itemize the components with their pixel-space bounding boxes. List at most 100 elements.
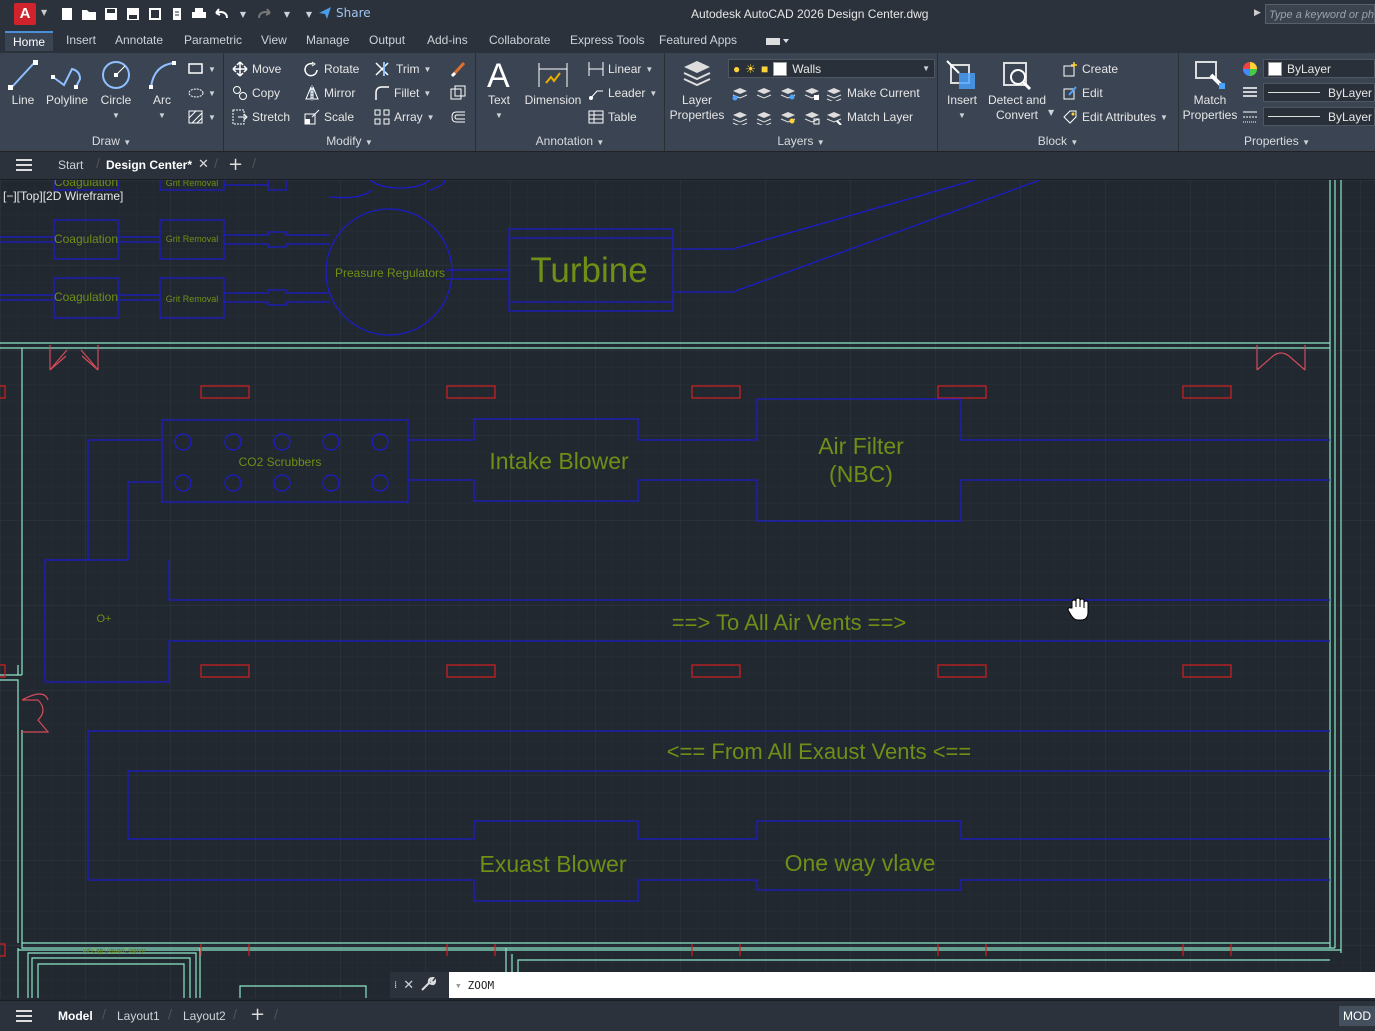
offset-button[interactable] (450, 109, 466, 125)
layer-thaw-icon[interactable] (779, 109, 797, 125)
customize-wrench-icon[interactable] (420, 976, 437, 995)
model-tab[interactable]: Model (58, 1009, 93, 1023)
layer-unisolate-icon[interactable] (755, 109, 773, 125)
modify-panel-title[interactable]: Modify ▼ (224, 134, 475, 148)
text-button[interactable]: A Text ▼ (482, 57, 516, 123)
autocad-logo[interactable]: A (14, 3, 36, 25)
plot-icon[interactable] (190, 5, 208, 23)
mirror-button[interactable]: Mirror (304, 85, 355, 101)
detect-convert-button[interactable]: Detect and Convert (986, 59, 1048, 123)
array-dropdown-icon[interactable]: ▼ (427, 113, 435, 122)
scale-button[interactable]: Scale (304, 109, 354, 125)
array-button[interactable]: Array ▼ (374, 109, 435, 125)
match-properties-button[interactable]: Match Properties (1181, 59, 1239, 123)
tab-manage[interactable]: Manage (306, 33, 349, 47)
match-layer-button[interactable]: Match Layer (825, 109, 913, 125)
linear-dropdown-icon[interactable]: ▼ (645, 65, 653, 74)
tab-output[interactable]: Output (369, 33, 405, 47)
drawing-svg[interactable]: Turbine Preasure Regulators Coagulation … (0, 180, 1375, 998)
layers-panel-title[interactable]: Layers ▼ (665, 134, 937, 148)
linetype-icon[interactable] (1242, 86, 1258, 103)
circle-dropdown-icon[interactable]: ▼ (96, 108, 136, 123)
save-as-icon[interactable] (124, 5, 142, 23)
layer-unlock-icon[interactable] (803, 109, 821, 125)
trim-button[interactable]: Trim ▼ (374, 61, 431, 77)
erase-button[interactable] (450, 61, 468, 77)
annotation-panel-title[interactable]: Annotation ▼ (476, 134, 664, 148)
linear-button[interactable]: Linear ▼ (588, 61, 653, 77)
file-tabs-menu-icon[interactable] (16, 158, 32, 175)
search-input[interactable]: Type a keyword or phrase (1265, 4, 1375, 24)
detect-dropdown-icon[interactable]: ▼ (1048, 108, 1054, 117)
close-command-line-icon[interactable]: ✕ (403, 978, 414, 993)
color-dropdown[interactable]: ByLayer (1263, 59, 1375, 78)
layer-dropdown[interactable]: ● ☀ ■ Walls ▼ (728, 59, 935, 78)
redo-icon[interactable] (256, 5, 274, 23)
model-space-button[interactable]: MOD (1339, 1006, 1375, 1026)
layout2-tab[interactable]: Layout2 (183, 1009, 226, 1023)
insert-button[interactable]: Insert ▼ (942, 59, 982, 123)
tab-collaborate[interactable]: Collaborate (489, 33, 550, 47)
layer-lock-tool-icon[interactable] (803, 85, 821, 101)
share-button[interactable]: Share (318, 6, 371, 20)
rotate-button[interactable]: Rotate (304, 61, 359, 77)
table-button[interactable]: Table (588, 109, 637, 125)
insert-dropdown-icon[interactable]: ▼ (942, 108, 982, 123)
saveas-web-icon[interactable] (146, 5, 164, 23)
polyline-button[interactable]: Polyline (44, 59, 90, 108)
stretch-button[interactable]: Stretch (232, 109, 290, 125)
tab-annotate[interactable]: Annotate (115, 33, 163, 47)
layer-off-icon[interactable] (731, 85, 749, 101)
leader-dropdown-icon[interactable]: ▼ (649, 89, 657, 98)
redo-dropdown-icon[interactable]: ▼ (278, 5, 296, 23)
ribbon-minimize-icon[interactable] (765, 35, 789, 49)
close-tab-icon[interactable]: ✕ (198, 157, 209, 172)
tab-add-ins[interactable]: Add-ins (427, 33, 468, 47)
dimension-button[interactable]: Dimension (522, 59, 584, 108)
linetype-dropdown[interactable]: ByLayer (1263, 83, 1375, 102)
move-button[interactable]: Move (232, 61, 281, 77)
new-tab-plus-icon[interactable]: + (228, 154, 243, 175)
start-tab[interactable]: Start (58, 158, 83, 172)
lineweight-dropdown[interactable]: ByLayer (1263, 107, 1375, 126)
design-center-tab[interactable]: Design Center* (106, 158, 192, 172)
properties-panel-title[interactable]: Properties ▼ (1179, 134, 1375, 148)
layout1-tab[interactable]: Layout1 (117, 1009, 160, 1023)
save-icon[interactable] (102, 5, 120, 23)
layout-menu-icon[interactable] (16, 1009, 32, 1026)
arc-button[interactable]: Arc ▼ (142, 59, 182, 123)
edit-attributes-dropdown-icon[interactable]: ▼ (1160, 113, 1168, 122)
lineweight-icon[interactable] (1242, 110, 1258, 127)
copy-button[interactable]: Copy (232, 85, 280, 101)
edit-block-button[interactable]: Edit (1062, 85, 1103, 101)
make-current-button[interactable]: Make Current (825, 85, 920, 101)
trim-dropdown-icon[interactable]: ▼ (424, 65, 432, 74)
explode-button[interactable] (450, 85, 466, 101)
command-line-grip-icon[interactable]: ⁞ (394, 980, 397, 991)
undo-icon[interactable] (212, 5, 230, 23)
viewport-controls[interactable]: [−][Top][2D Wireframe] (3, 189, 123, 203)
ellipse-tool[interactable]: ▼ (188, 86, 216, 100)
edit-attributes-button[interactable]: Edit Attributes ▼ (1062, 109, 1168, 125)
leader-button[interactable]: Leader ▼ (588, 85, 657, 101)
layer-isolate-icon[interactable] (755, 85, 773, 101)
create-block-button[interactable]: Create (1062, 61, 1118, 77)
drawing-canvas[interactable]: Turbine Preasure Regulators Coagulation … (0, 180, 1375, 998)
open-icon[interactable] (80, 5, 98, 23)
hatch-tool[interactable]: ▼ (188, 110, 216, 124)
app-menu-chevron-icon[interactable]: ▼ (41, 8, 47, 17)
text-dropdown-icon[interactable]: ▼ (482, 108, 516, 123)
layer-on-icon[interactable] (731, 109, 749, 125)
open-web-icon[interactable] (168, 5, 186, 23)
draw-panel-title[interactable]: Draw ▼ (0, 134, 223, 148)
new-icon[interactable] (58, 5, 76, 23)
color-wheel-icon[interactable] (1242, 61, 1258, 80)
fillet-dropdown-icon[interactable]: ▼ (423, 89, 431, 98)
tab-insert[interactable]: Insert (66, 33, 96, 47)
customize-qat-icon[interactable]: ▼ (300, 5, 318, 23)
tab-view[interactable]: View (261, 33, 287, 47)
new-layout-plus-icon[interactable]: + (250, 1004, 265, 1025)
tab-featured-apps[interactable]: Featured Apps (659, 33, 737, 47)
rectangle-tool[interactable]: ▼ (188, 62, 216, 76)
tab-express-tools[interactable]: Express Tools (570, 33, 644, 47)
